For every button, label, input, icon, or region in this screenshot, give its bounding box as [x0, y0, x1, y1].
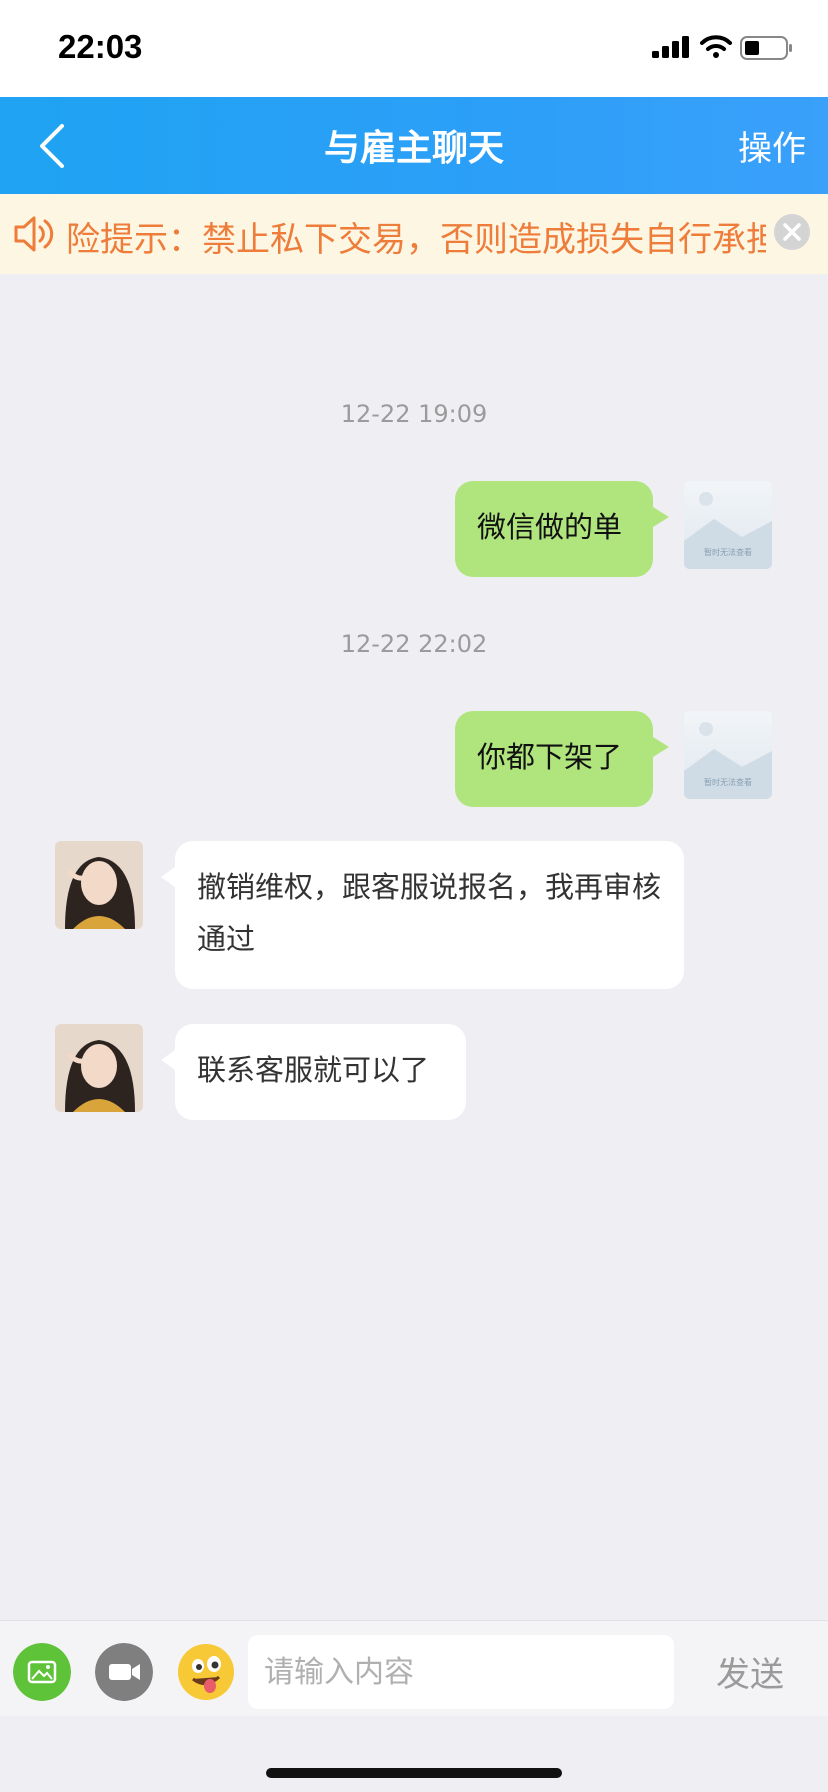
message-text: 微信做的单	[477, 510, 623, 544]
employer-message-bubble[interactable]: 撤销维权，跟客服说报名，我再审核通过	[161, 841, 684, 989]
placeholder-caption: 暂时无法查看	[704, 777, 752, 787]
home-indicator[interactable]	[266, 1768, 562, 1778]
nav-bar: 与雇主聊天 操作	[0, 97, 828, 194]
message-text: 撤销维权，跟客服说报名，我再审核通过	[197, 870, 662, 956]
video-icon[interactable]	[95, 1643, 153, 1701]
employer-message-bubble[interactable]: 联系客服就可以了	[161, 1024, 466, 1120]
close-icon[interactable]	[774, 214, 810, 250]
status-time: 22:03	[58, 28, 143, 65]
message-input-bar: 发送	[0, 1620, 828, 1717]
message-text: 联系客服就可以了	[197, 1053, 430, 1087]
message-text: 你都下架了	[477, 740, 623, 774]
portrait-image	[55, 841, 143, 929]
wifi-icon	[700, 35, 732, 58]
send-button[interactable]: 发送	[716, 1647, 784, 1696]
page-title: 与雇主聊天	[323, 128, 504, 169]
my-message-bubble[interactable]: 你都下架了	[455, 711, 669, 807]
signal-icon	[652, 36, 689, 58]
my-avatar[interactable]: 暂时无法查看	[684, 711, 772, 799]
status-bar: 22:03	[0, 0, 828, 97]
employer-avatar[interactable]	[55, 1024, 143, 1112]
image-icon[interactable]	[13, 1643, 71, 1701]
speaker-icon	[14, 216, 54, 252]
message-timestamp: 12-22 19:09	[340, 400, 488, 428]
home-area	[0, 1716, 828, 1792]
risk-notice-bar: 险提示：禁止私下交易，否则造成损失自行承担	[0, 194, 828, 274]
actions-button[interactable]: 操作	[738, 121, 806, 170]
employer-avatar[interactable]	[55, 841, 143, 929]
my-avatar[interactable]: 暂时无法查看	[684, 481, 772, 569]
battery-icon	[740, 36, 792, 60]
portrait-image	[55, 1024, 143, 1112]
message-timestamp: 12-22 22:02	[340, 630, 488, 658]
placeholder-caption: 暂时无法查看	[704, 547, 752, 557]
emoji-icon[interactable]	[177, 1643, 235, 1701]
image-placeholder-icon: 暂时无法查看	[684, 492, 772, 569]
message-input[interactable]	[248, 1635, 674, 1709]
my-message-bubble[interactable]: 微信做的单	[455, 481, 669, 577]
image-placeholder-icon: 暂时无法查看	[684, 722, 772, 799]
risk-notice-text: 险提示：禁止私下交易，否则造成损失自行承担	[66, 220, 766, 260]
